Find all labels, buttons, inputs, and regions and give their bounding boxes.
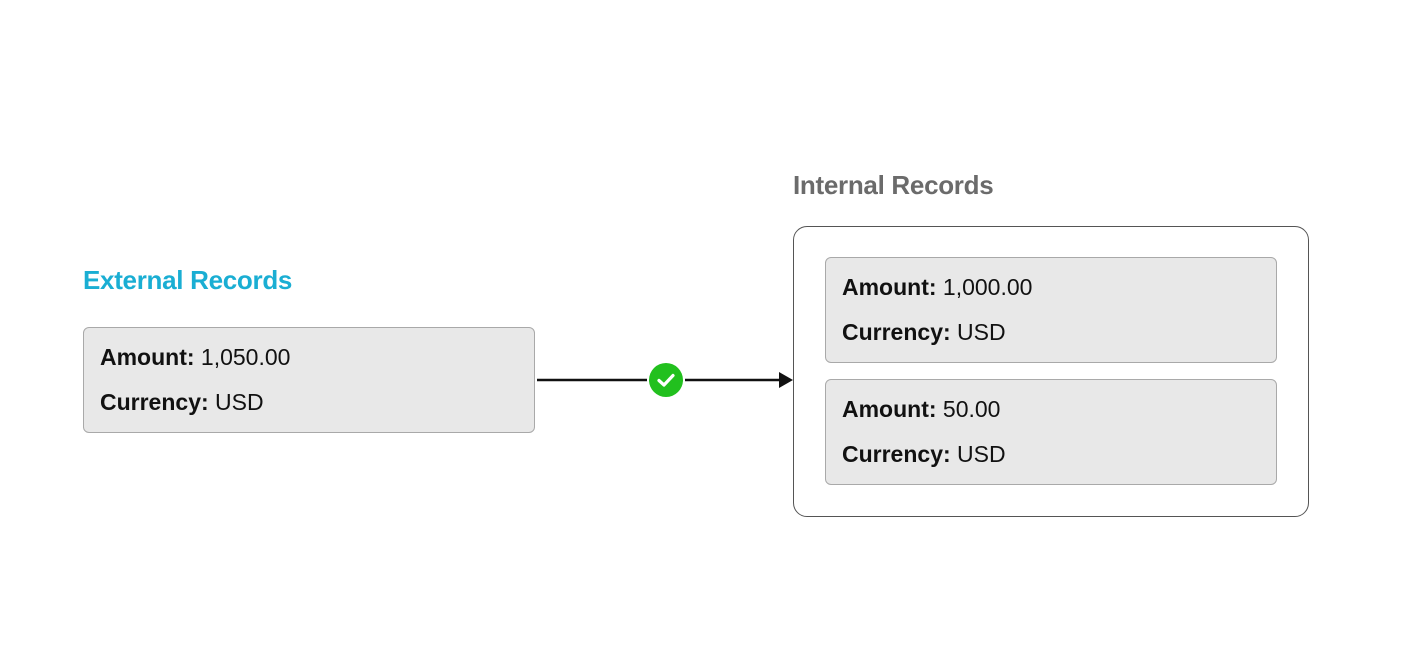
currency-value: USD — [957, 319, 1006, 345]
currency-row: Currency: USD — [100, 388, 264, 416]
currency-value: USD — [215, 389, 264, 415]
currency-value: USD — [957, 441, 1006, 467]
internal-records-container: Amount: 1,000.00 Currency: USD Amount: 5… — [793, 226, 1309, 517]
match-connector — [537, 363, 793, 397]
currency-label: Currency: — [842, 441, 951, 467]
currency-row: Currency: USD — [842, 318, 1006, 346]
amount-row: Amount: 50.00 — [842, 395, 1000, 423]
amount-row: Amount: 1,000.00 — [842, 273, 1032, 301]
external-records-title: External Records — [83, 265, 293, 295]
check-circle-icon — [649, 363, 683, 397]
amount-label: Amount: — [100, 344, 195, 370]
currency-label: Currency: — [842, 319, 951, 345]
internal-record-card: Amount: 1,000.00 Currency: USD — [825, 257, 1277, 363]
external-record-card: Amount: 1,050.00 Currency: USD — [83, 327, 535, 433]
currency-row: Currency: USD — [842, 440, 1006, 468]
amount-label: Amount: — [842, 396, 937, 422]
amount-row: Amount: 1,050.00 — [100, 343, 290, 371]
arrow-head-icon — [779, 372, 793, 388]
amount-value: 1,050.00 — [200, 344, 291, 370]
amount-value: 50.00 — [942, 396, 1001, 422]
internal-record-card: Amount: 50.00 Currency: USD — [825, 379, 1277, 485]
amount-value: 1,000.00 — [942, 274, 1033, 300]
amount-label: Amount: — [842, 274, 937, 300]
currency-label: Currency: — [100, 389, 209, 415]
internal-records-title: Internal Records — [793, 170, 994, 200]
